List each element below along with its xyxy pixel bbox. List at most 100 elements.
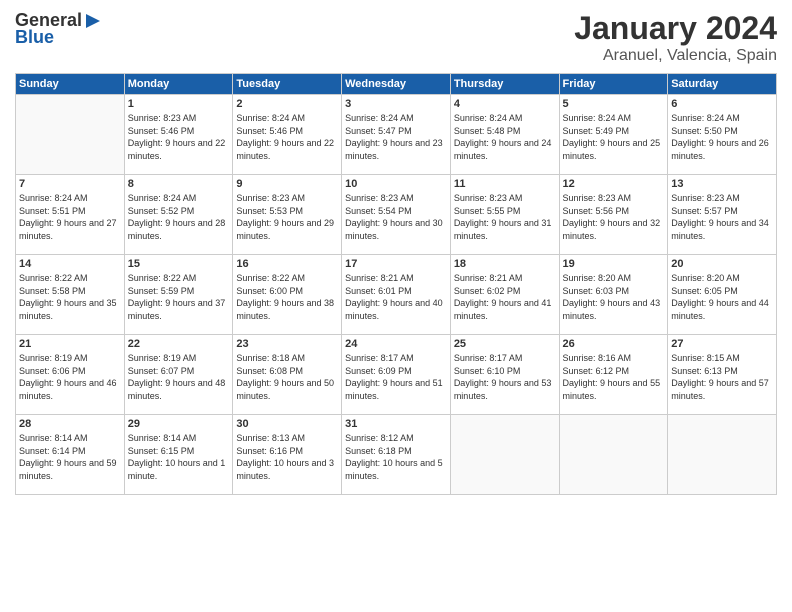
table-row: 24Sunrise: 8:17 AMSunset: 6:09 PMDayligh…	[342, 335, 451, 415]
day-number: 21	[19, 338, 121, 350]
day-number: 6	[671, 98, 773, 110]
day-number: 17	[345, 258, 447, 270]
table-row: 4 Sunrise: 8:24 AMSunset: 5:48 PMDaylight…	[450, 95, 559, 175]
calendar-week-row: 7 Sunrise: 8:24 AMSunset: 5:51 PMDaylight…	[16, 175, 777, 255]
page-container: General Blue January 2024 Aranuel, Valen…	[0, 0, 792, 612]
day-number: 25	[454, 338, 556, 350]
day-info: Sunrise: 8:22 AMSunset: 5:58 PMDaylight:…	[19, 272, 121, 322]
day-number: 16	[236, 258, 338, 270]
header-saturday: Saturday	[668, 74, 777, 95]
day-number: 13	[671, 178, 773, 190]
day-number: 11	[454, 178, 556, 190]
table-row: 8 Sunrise: 8:24 AMSunset: 5:52 PMDaylight…	[124, 175, 233, 255]
day-info: Sunrise: 8:24 AMSunset: 5:51 PMDaylight:…	[19, 192, 121, 242]
table-row: 25 Sunrise: 8:17 AMSunset: 6:10 PMDayligh…	[450, 335, 559, 415]
day-number: 23	[236, 338, 338, 350]
day-number: 5	[563, 98, 665, 110]
day-info: Sunrise: 8:24 AMSunset: 5:52 PMDaylight:…	[128, 192, 230, 242]
header-sunday: Sunday	[16, 74, 125, 95]
day-number: 14	[19, 258, 121, 270]
month-title: January 2024	[574, 10, 777, 47]
logo: General Blue	[15, 10, 102, 48]
calendar-table: Sunday Monday Tuesday Wednesday Thursday…	[15, 73, 777, 495]
day-number: 28	[19, 418, 121, 430]
day-info: Sunrise: 8:16 AMSunset: 6:12 PMDaylight:…	[563, 352, 665, 402]
day-number: 15	[128, 258, 230, 270]
table-row: 2Sunrise: 8:24 AMSunset: 5:46 PMDaylight…	[233, 95, 342, 175]
table-row: 23 Sunrise: 8:18 AMSunset: 6:08 PMDayligh…	[233, 335, 342, 415]
day-info: Sunrise: 8:20 AMSunset: 6:05 PMDaylight:…	[671, 272, 773, 322]
logo-blue: Blue	[15, 27, 102, 48]
day-info: Sunrise: 8:17 AMSunset: 6:09 PMDaylight:…	[345, 352, 447, 402]
day-number: 19	[563, 258, 665, 270]
day-info: Sunrise: 8:14 AMSunset: 6:14 PMDaylight:…	[19, 432, 121, 482]
day-info: Sunrise: 8:23 AMSunset: 5:54 PMDaylight:…	[345, 192, 447, 242]
table-row	[450, 415, 559, 495]
table-row: 1Sunrise: 8:23 AMSunset: 5:46 PMDaylight…	[124, 95, 233, 175]
location: Aranuel, Valencia, Spain	[574, 47, 777, 65]
table-row: 22 Sunrise: 8:19 AMSunset: 6:07 PMDayligh…	[124, 335, 233, 415]
day-info: Sunrise: 8:23 AMSunset: 5:53 PMDaylight:…	[236, 192, 338, 242]
day-number: 9	[236, 178, 338, 190]
header-thursday: Thursday	[450, 74, 559, 95]
header-monday: Monday	[124, 74, 233, 95]
day-number: 22	[128, 338, 230, 350]
table-row: 6 Sunrise: 8:24 AMSunset: 5:50 PMDaylight…	[668, 95, 777, 175]
day-info: Sunrise: 8:17 AMSunset: 6:10 PMDaylight:…	[454, 352, 556, 402]
calendar-week-row: 28 Sunrise: 8:14 AMSunset: 6:14 PMDayligh…	[16, 415, 777, 495]
day-info: Sunrise: 8:24 AMSunset: 5:46 PMDaylight:…	[236, 112, 338, 162]
table-row: 3 Sunrise: 8:24 AMSunset: 5:47 PMDaylight…	[342, 95, 451, 175]
title-block: January 2024 Aranuel, Valencia, Spain	[574, 10, 777, 65]
table-row: 31 Sunrise: 8:12 AMSunset: 6:18 PMDayligh…	[342, 415, 451, 495]
day-info: Sunrise: 8:12 AMSunset: 6:18 PMDaylight:…	[345, 432, 447, 482]
table-row: 26 Sunrise: 8:16 AMSunset: 6:12 PMDayligh…	[559, 335, 668, 415]
table-row: 14 Sunrise: 8:22 AMSunset: 5:58 PMDayligh…	[16, 255, 125, 335]
day-info: Sunrise: 8:18 AMSunset: 6:08 PMDaylight:…	[236, 352, 338, 402]
table-row: 15Sunrise: 8:22 AMSunset: 5:59 PMDayligh…	[124, 255, 233, 335]
table-row: 28 Sunrise: 8:14 AMSunset: 6:14 PMDayligh…	[16, 415, 125, 495]
day-info: Sunrise: 8:19 AMSunset: 6:06 PMDaylight:…	[19, 352, 121, 402]
day-info: Sunrise: 8:23 AMSunset: 5:55 PMDaylight:…	[454, 192, 556, 242]
day-number: 4	[454, 98, 556, 110]
day-number: 26	[563, 338, 665, 350]
table-row: 27Sunrise: 8:15 AMSunset: 6:13 PMDayligh…	[668, 335, 777, 415]
day-info: Sunrise: 8:24 AMSunset: 5:50 PMDaylight:…	[671, 112, 773, 162]
table-row	[668, 415, 777, 495]
table-row: 17 Sunrise: 8:21 AMSunset: 6:01 PMDayligh…	[342, 255, 451, 335]
day-number: 18	[454, 258, 556, 270]
table-row: 20 Sunrise: 8:20 AMSunset: 6:05 PMDayligh…	[668, 255, 777, 335]
header-tuesday: Tuesday	[233, 74, 342, 95]
day-number: 8	[128, 178, 230, 190]
table-row: 19 Sunrise: 8:20 AMSunset: 6:03 PMDayligh…	[559, 255, 668, 335]
table-row: 12 Sunrise: 8:23 AMSunset: 5:56 PMDayligh…	[559, 175, 668, 255]
day-info: Sunrise: 8:24 AMSunset: 5:49 PMDaylight:…	[563, 112, 665, 162]
day-info: Sunrise: 8:14 AMSunset: 6:15 PMDaylight:…	[128, 432, 230, 482]
day-info: Sunrise: 8:19 AMSunset: 6:07 PMDaylight:…	[128, 352, 230, 402]
day-info: Sunrise: 8:23 AMSunset: 5:56 PMDaylight:…	[563, 192, 665, 242]
day-number: 3	[345, 98, 447, 110]
table-row: 10 Sunrise: 8:23 AMSunset: 5:54 PMDayligh…	[342, 175, 451, 255]
day-number: 12	[563, 178, 665, 190]
day-number: 27	[671, 338, 773, 350]
day-info: Sunrise: 8:24 AMSunset: 5:48 PMDaylight:…	[454, 112, 556, 162]
day-info: Sunrise: 8:24 AMSunset: 5:47 PMDaylight:…	[345, 112, 447, 162]
table-row: 9 Sunrise: 8:23 AMSunset: 5:53 PMDaylight…	[233, 175, 342, 255]
table-row: 29Sunrise: 8:14 AMSunset: 6:15 PMDayligh…	[124, 415, 233, 495]
calendar-header-row: Sunday Monday Tuesday Wednesday Thursday…	[16, 74, 777, 95]
day-number: 31	[345, 418, 447, 430]
day-info: Sunrise: 8:21 AMSunset: 6:01 PMDaylight:…	[345, 272, 447, 322]
table-row: 7 Sunrise: 8:24 AMSunset: 5:51 PMDaylight…	[16, 175, 125, 255]
day-number: 20	[671, 258, 773, 270]
day-info: Sunrise: 8:20 AMSunset: 6:03 PMDaylight:…	[563, 272, 665, 322]
day-info: Sunrise: 8:21 AMSunset: 6:02 PMDaylight:…	[454, 272, 556, 322]
day-info: Sunrise: 8:22 AMSunset: 6:00 PMDaylight:…	[236, 272, 338, 322]
calendar-week-row: 1Sunrise: 8:23 AMSunset: 5:46 PMDaylight…	[16, 95, 777, 175]
day-info: Sunrise: 8:13 AMSunset: 6:16 PMDaylight:…	[236, 432, 338, 482]
day-number: 1	[128, 98, 230, 110]
day-number: 30	[236, 418, 338, 430]
day-info: Sunrise: 8:23 AMSunset: 5:57 PMDaylight:…	[671, 192, 773, 242]
day-number: 7	[19, 178, 121, 190]
table-row: 11 Sunrise: 8:23 AMSunset: 5:55 PMDayligh…	[450, 175, 559, 255]
table-row	[16, 95, 125, 175]
day-number: 10	[345, 178, 447, 190]
